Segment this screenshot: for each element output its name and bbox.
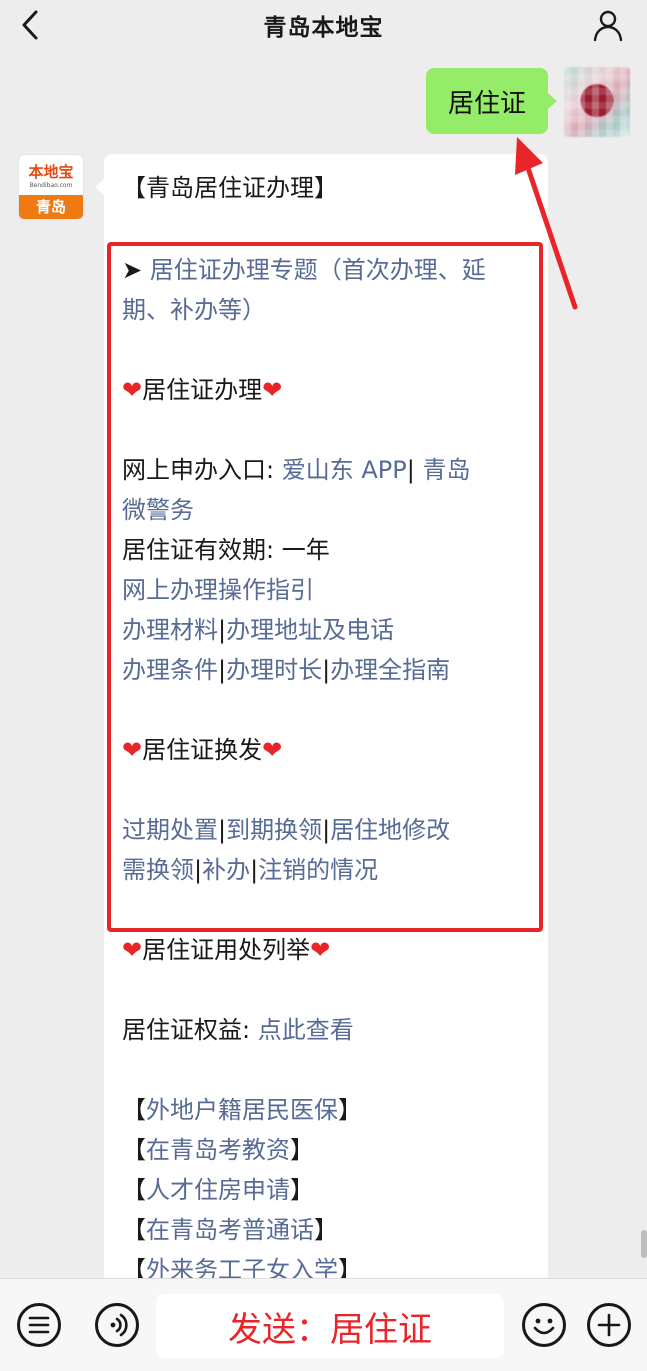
- online-guide-link[interactable]: 网上办理操作指引: [122, 576, 314, 604]
- materials-line: 办理材料|办理地址及电话: [122, 616, 395, 644]
- renew-line-2: 需换领|补办|注销的情况: [122, 856, 379, 884]
- section-heading-uses: ❤居住证用处列举❤: [122, 936, 331, 964]
- heart-icon: ❤: [122, 376, 143, 404]
- menu-button[interactable]: [17, 1303, 61, 1347]
- address-phone-link[interactable]: 办理地址及电话: [226, 616, 394, 644]
- bottom-link-housing[interactable]: 【人才住房申请】: [122, 1170, 314, 1210]
- nav-bar: 青岛本地宝: [0, 0, 647, 50]
- topic-link[interactable]: 居住证办理专题（首次办理、延: [150, 256, 486, 284]
- conditions-link[interactable]: 办理条件: [122, 656, 218, 684]
- heart-icon: ❤: [262, 376, 283, 404]
- guide-line: 网上办理操作指引: [122, 570, 314, 610]
- scrollbar[interactable]: [641, 1230, 647, 1258]
- rights-label: 居住证权益:: [122, 1016, 258, 1044]
- emoji-icon: [533, 1318, 555, 1335]
- rights-line: 居住证权益: 点此查看: [122, 1010, 354, 1050]
- heart-icon: ❤: [310, 936, 331, 964]
- voice-button[interactable]: [95, 1303, 139, 1347]
- voice-icon: [110, 1313, 128, 1337]
- aishandong-app-link[interactable]: 爱山东 APP: [282, 456, 407, 484]
- address-change-link[interactable]: 居住地修改: [330, 816, 450, 844]
- renew-line-1: 过期处置|到期换领|居住地修改: [122, 816, 451, 844]
- qingdao-police-link[interactable]: 青岛: [415, 456, 470, 484]
- user-message-text: 居住证: [447, 88, 526, 119]
- rights-link[interactable]: 点此查看: [258, 1016, 354, 1044]
- topic-line-2: 期、补办等）: [122, 290, 266, 330]
- conditions-line: 办理条件|办理时长|办理全指南: [122, 656, 451, 684]
- bot-avatar-sub: Bendibao.com: [29, 182, 73, 189]
- bot-avatar[interactable]: 本地宝 Bendibao.com 青岛: [18, 154, 84, 220]
- bottom-link-teacher[interactable]: 【在青岛考教资】: [122, 1130, 314, 1170]
- topic-link-cont[interactable]: 期、补办等）: [122, 296, 266, 324]
- input-bar: 发送：居住证: [0, 1278, 647, 1371]
- bot-avatar-brand: 本地宝: [28, 163, 74, 181]
- validity-text: 居住证有效期: 一年: [122, 536, 330, 564]
- bottom-link-mandarin[interactable]: 【在青岛考普通话】: [122, 1210, 338, 1250]
- user-message-bubble[interactable]: 居住证: [426, 68, 557, 134]
- heart-icon: ❤: [122, 936, 143, 964]
- message-input-text: 发送：居住证: [228, 1309, 432, 1350]
- message-input[interactable]: 发送：居住证: [156, 1294, 504, 1358]
- section-heading-apply: ❤居住证办理❤: [122, 376, 283, 404]
- renew-link[interactable]: 到期换领: [226, 816, 322, 844]
- plus-icon: [597, 1313, 621, 1337]
- online-entry-label: 网上申办入口:: [122, 456, 282, 484]
- reply-message-bubble: 【青岛居住证办理】 ➤ 居住证办理专题（首次办理、延 期、补办等） ❤居住证办理…: [95, 154, 548, 1278]
- materials-link[interactable]: 办理材料: [122, 616, 218, 644]
- online-entry-line: 网上申办入口: 爱山东 APP| 青岛: [122, 456, 471, 484]
- person-icon: [593, 10, 623, 42]
- duration-link[interactable]: 办理时长: [226, 656, 322, 684]
- expired-link[interactable]: 过期处置: [122, 816, 218, 844]
- cancel-link[interactable]: 注销的情况: [258, 856, 378, 884]
- list-icon: [28, 1316, 50, 1334]
- bottom-link-medical[interactable]: 【外地户籍居民医保】: [122, 1090, 362, 1130]
- heart-icon: ❤: [122, 736, 143, 764]
- heart-icon: ❤: [262, 736, 283, 764]
- back-button[interactable]: [16, 8, 46, 42]
- qingdao-police-link-cont[interactable]: 微警务: [122, 496, 194, 524]
- address-change-link-cont[interactable]: 需换领: [122, 856, 194, 884]
- bottom-link-school[interactable]: 【外来务工子女入学】: [122, 1250, 362, 1278]
- reply-title: 【青岛居住证办理】: [122, 174, 338, 202]
- topic-arrow: ➤: [122, 256, 150, 284]
- profile-button[interactable]: [591, 8, 625, 42]
- emoji-button[interactable]: [522, 1303, 566, 1347]
- online-entry-line-2: 微警务: [122, 490, 194, 530]
- full-guide-link[interactable]: 办理全指南: [330, 656, 450, 684]
- chat-area[interactable]: 居住证 本地宝 Bendibao.com 青岛 【青岛居住证办理】 ➤ 居住证办…: [0, 50, 647, 1278]
- bot-avatar-city: 青岛: [19, 195, 83, 219]
- add-button[interactable]: [587, 1303, 631, 1347]
- topic-line-1: ➤ 居住证办理专题（首次办理、延: [122, 250, 486, 290]
- chevron-left-icon: [22, 10, 38, 40]
- section-heading-renew: ❤居住证换发❤: [122, 736, 283, 764]
- reissue-link[interactable]: 补办: [202, 856, 250, 884]
- user-avatar[interactable]: [564, 67, 630, 137]
- chat-title: 青岛本地宝: [263, 15, 384, 41]
